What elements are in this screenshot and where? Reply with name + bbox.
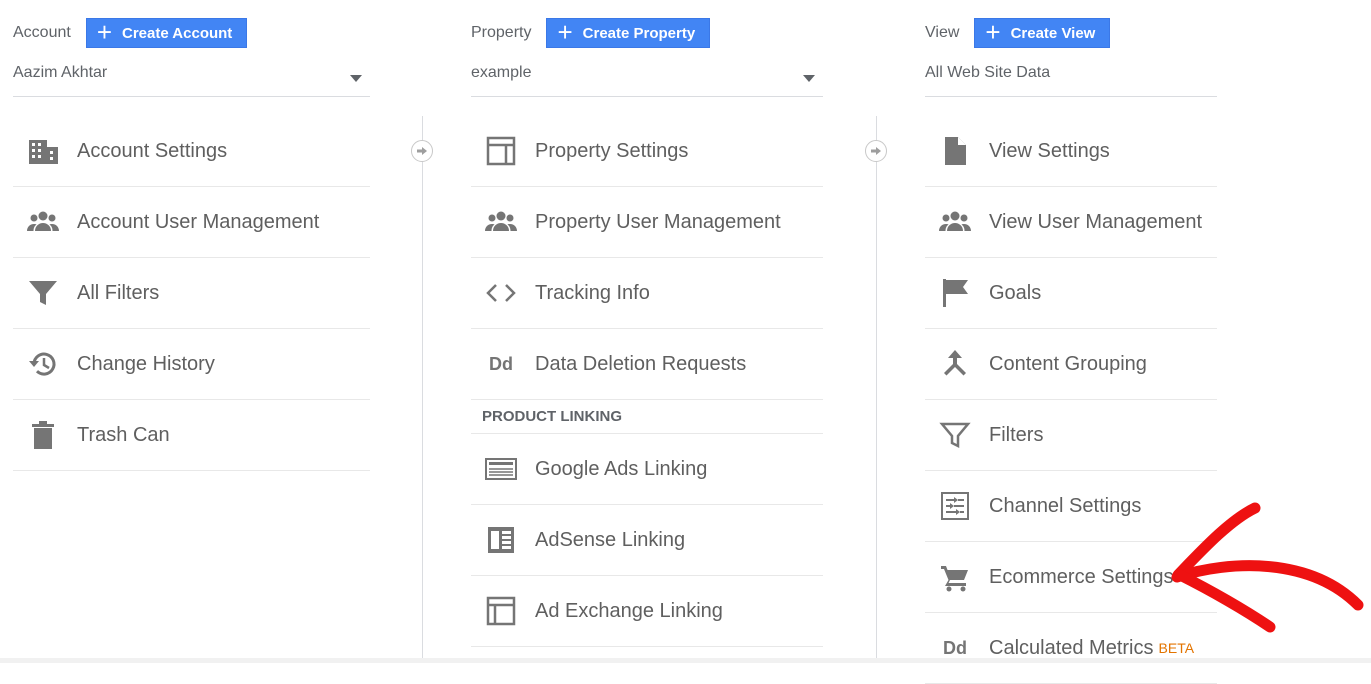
account-selected-value: Aazim Akhtar: [13, 64, 108, 81]
menu-item-account-user-management[interactable]: Account User Management: [13, 187, 370, 258]
view-selector[interactable]: All Web Site Data: [925, 64, 1217, 97]
arrow-right-icon: [865, 140, 887, 162]
menu-item-label: Property User Management: [535, 210, 781, 233]
window-icon: [483, 593, 519, 629]
menu-item-tracking-info[interactable]: Tracking Info: [471, 258, 823, 329]
view-selected-value: All Web Site Data: [925, 64, 1051, 81]
window-icon: [483, 133, 519, 169]
ads-icon: [483, 451, 519, 487]
menu-item-content-grouping[interactable]: Content Grouping: [925, 329, 1217, 400]
document-icon: [937, 133, 973, 169]
people-icon: [25, 204, 61, 240]
filter-icon: [25, 275, 61, 311]
menu-item-label: Tracking Info: [535, 281, 650, 304]
menu-item-all-filters[interactable]: All Filters: [13, 258, 370, 329]
property-header: Property + Create Property: [471, 17, 711, 48]
menu-item-view-user-management[interactable]: View User Management: [925, 187, 1217, 258]
history-icon: [25, 346, 61, 382]
property-selector[interactable]: example: [471, 64, 823, 97]
menu-item-label: AdSense Linking: [535, 528, 686, 551]
red-annotation-arrow: [1171, 502, 1364, 633]
menu-item-property-settings[interactable]: Property Settings: [471, 116, 823, 187]
menu-item-label: Channel Settings: [989, 494, 1142, 517]
menu-item-account-settings[interactable]: Account Settings: [13, 116, 370, 187]
product-linking-heading: PRODUCT LINKING: [471, 400, 823, 434]
menu-item-adsense-linking[interactable]: AdSense Linking: [471, 505, 823, 576]
trash-icon: [25, 417, 61, 453]
create-property-label: Create Property: [582, 24, 696, 42]
menu-item-label: Content Grouping: [989, 352, 1147, 375]
create-property-button[interactable]: + Create Property: [546, 17, 711, 48]
menu-item-label: Filters: [989, 423, 1044, 446]
menu-item-change-history[interactable]: Change History: [13, 329, 370, 400]
menu-item-trash-can[interactable]: Trash Can: [13, 400, 370, 471]
plus-icon: +: [985, 17, 1001, 47]
menu-item-data-deletion-requests[interactable]: Dd Data Deletion Requests: [471, 329, 823, 400]
menu-item-label: Property Settings: [535, 139, 689, 162]
dropdown-caret-icon: [350, 75, 362, 82]
menu-item-label: Ad Exchange Linking: [535, 599, 723, 622]
menu-item-ad-exchange-linking[interactable]: Ad Exchange Linking: [471, 576, 823, 647]
dd-icon: Dd: [489, 353, 513, 374]
arrow-right-icon: [411, 140, 433, 162]
menu-item-label: Trash Can: [77, 423, 170, 446]
property-label: Property: [471, 24, 532, 41]
menu-item-label: Data Deletion Requests: [535, 352, 747, 375]
column-divider: [876, 116, 877, 663]
menu-item-label: View Settings: [989, 139, 1110, 162]
people-icon: [937, 204, 973, 240]
view-header: View + Create View: [925, 17, 1111, 48]
create-account-label: Create Account: [122, 24, 233, 42]
column-divider: [422, 116, 423, 663]
menu-item-view-settings[interactable]: View Settings: [925, 116, 1217, 187]
menu-item-filters[interactable]: Filters: [925, 400, 1217, 471]
menu-item-goals[interactable]: Goals: [925, 258, 1217, 329]
property-menu: Property Settings Property User Manageme…: [471, 116, 823, 647]
people-icon: [483, 204, 519, 240]
cart-icon: [937, 559, 973, 595]
menu-item-label: Account Settings: [77, 139, 228, 162]
property-selected-value: example: [471, 64, 532, 81]
filter-icon: [937, 417, 973, 453]
menu-item-label: Goals: [989, 281, 1042, 304]
plus-icon: +: [96, 17, 112, 47]
dropdown-caret-icon: [803, 75, 815, 82]
create-account-button[interactable]: + Create Account: [85, 17, 248, 48]
menu-item-label: Account User Management: [77, 210, 320, 233]
building-icon: [25, 133, 61, 169]
code-icon: [483, 275, 519, 311]
menu-item-label: Google Ads Linking: [535, 457, 708, 480]
flag-icon: [937, 275, 973, 311]
grouping-icon: [937, 346, 973, 382]
menu-item-label: Calculated Metrics: [989, 636, 1154, 659]
create-view-label: Create View: [1010, 24, 1096, 42]
menu-item-label: View User Management: [989, 210, 1203, 233]
channel-icon: [937, 488, 973, 524]
menu-item-label: Change History: [77, 352, 215, 375]
beta-badge: BETA: [1158, 640, 1195, 656]
account-header: Account + Create Account: [13, 17, 248, 48]
account-selector[interactable]: Aazim Akhtar: [13, 64, 370, 97]
menu-item-property-user-management[interactable]: Property User Management: [471, 187, 823, 258]
account-menu: Account Settings Account User Management…: [13, 116, 370, 471]
create-view-button[interactable]: + Create View: [974, 17, 1111, 48]
menu-item-label: Ecommerce Settings: [989, 565, 1174, 588]
view-label: View: [925, 24, 960, 41]
menu-item-google-ads-linking[interactable]: Google Ads Linking: [471, 434, 823, 505]
plus-icon: +: [557, 17, 573, 47]
adsense-icon: [483, 522, 519, 558]
bottom-strip: [0, 658, 1371, 663]
menu-item-label: All Filters: [77, 281, 160, 304]
account-label: Account: [13, 24, 71, 41]
